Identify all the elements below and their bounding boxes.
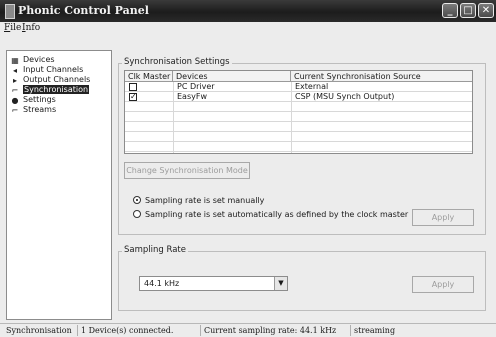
menu-file[interactable]: File xyxy=(4,23,21,33)
navigation-tree: ▦ Devices ◂ Input Channels ▸ Output Channel… xyxy=(6,50,112,320)
menu-info[interactable]: Info xyxy=(22,23,40,33)
synchronisation-settings-title: Synchronisation Settings xyxy=(122,57,232,67)
source-cell: External xyxy=(295,82,329,91)
app-icon xyxy=(5,4,15,19)
table-row[interactable]: EasyFw CSP (MSU Synch Output) xyxy=(125,92,472,102)
sync-apply-button[interactable]: Apply xyxy=(412,209,474,226)
radio-manual[interactable] xyxy=(133,196,141,204)
radio-manual-option[interactable]: Sampling rate is set manually xyxy=(133,196,264,206)
tree-item-streams[interactable]: ⌐ Streams xyxy=(10,105,56,115)
settings-icon: ● xyxy=(11,96,19,105)
maximize-icon: □ xyxy=(463,5,473,16)
radio-auto-label: Sampling rate is set automatically as de… xyxy=(145,210,409,219)
table-row xyxy=(125,122,472,132)
tree-item-label: Settings xyxy=(23,95,56,104)
maximize-button[interactable]: □ xyxy=(460,3,476,18)
output-channels-icon: ▸ xyxy=(12,76,17,85)
minimize-button[interactable]: _ xyxy=(442,3,458,18)
table-row xyxy=(125,142,472,152)
sampling-apply-button[interactable]: Apply xyxy=(412,276,474,293)
streams-icon: ⌐ xyxy=(11,106,19,115)
column-header-devices[interactable]: Devices xyxy=(173,71,291,82)
device-cell: EasyFw xyxy=(177,92,208,101)
tree-item-label: Input Channels xyxy=(23,65,84,74)
status-page: Synchronisation xyxy=(6,326,72,335)
device-cell: PC Driver xyxy=(177,82,215,91)
close-icon: ✕ xyxy=(481,5,491,16)
devices-icon: ▦ xyxy=(11,56,19,65)
change-synchronisation-mode-button[interactable]: Change Synchronisation Mode xyxy=(124,162,250,179)
tree-item-settings[interactable]: ● Settings xyxy=(10,95,56,105)
minimize-icon: _ xyxy=(447,5,453,16)
radio-auto-option[interactable]: Sampling rate is set automatically as de… xyxy=(133,210,408,220)
tree-item-devices[interactable]: ▦ Devices xyxy=(10,55,55,65)
synchronisation-table: Clk Master Devices Current Synchronisati… xyxy=(124,70,473,154)
tree-item-label: Devices xyxy=(23,55,55,64)
tree-item-label: Output Channels xyxy=(23,75,91,84)
tree-item-input-channels[interactable]: ◂ Input Channels xyxy=(10,65,83,75)
input-channels-icon: ◂ xyxy=(12,66,17,75)
status-devices: 1 Device(s) connected. xyxy=(77,325,173,336)
table-row xyxy=(125,112,472,122)
sampling-rate-title: Sampling Rate xyxy=(122,245,188,255)
column-header-source[interactable]: Current Synchronisation Source xyxy=(291,71,472,82)
status-state: streaming xyxy=(350,325,395,336)
title-bar[interactable]: Phonic Control Panel _ □ ✕ xyxy=(0,0,496,22)
tree-item-synchronisation[interactable]: ⌐ Synchronisation xyxy=(10,85,90,95)
sampling-rate-select[interactable]: 44.1 kHz ▼ xyxy=(139,276,288,291)
chevron-down-icon[interactable]: ▼ xyxy=(274,277,287,290)
radio-manual-label: Sampling rate is set manually xyxy=(145,196,265,205)
close-button[interactable]: ✕ xyxy=(478,3,494,18)
tree-item-output-channels[interactable]: ▸ Output Channels xyxy=(10,75,90,85)
status-bar: Synchronisation 1 Device(s) connected. C… xyxy=(0,323,496,337)
menu-bar: File Info xyxy=(0,22,496,36)
synchronisation-icon: ⌐ xyxy=(11,86,19,95)
table-row xyxy=(125,132,472,142)
tree-item-label: Synchronisation xyxy=(23,85,90,94)
clk-master-checkbox[interactable] xyxy=(129,83,137,91)
window-title: Phonic Control Panel xyxy=(18,4,149,17)
table-row[interactable]: PC Driver External xyxy=(125,82,472,92)
radio-auto[interactable] xyxy=(133,210,141,218)
status-sampling-rate: Current sampling rate: 44.1 kHz xyxy=(200,325,336,336)
source-cell: CSP (MSU Synch Output) xyxy=(295,92,395,101)
table-row xyxy=(125,102,472,112)
tree-item-label: Streams xyxy=(23,105,57,114)
clk-master-checkbox[interactable] xyxy=(129,92,137,102)
column-header-clk-master[interactable]: Clk Master xyxy=(125,71,173,82)
sampling-rate-value: 44.1 kHz xyxy=(144,279,180,288)
